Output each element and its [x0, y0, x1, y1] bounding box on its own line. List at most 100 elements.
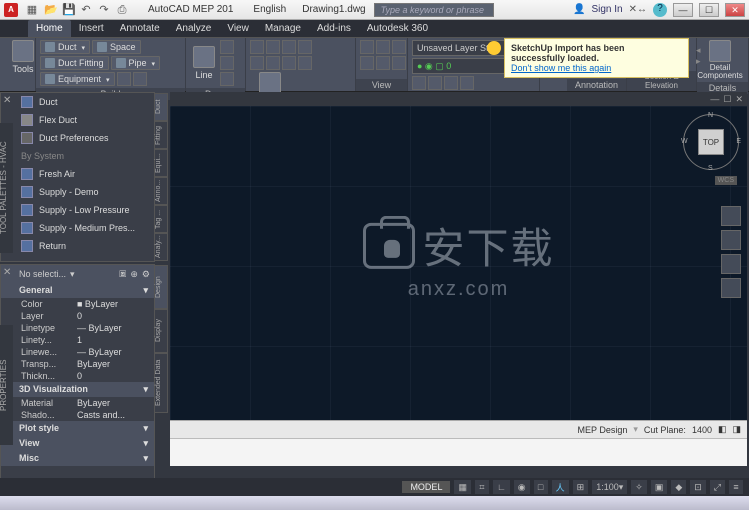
- draw-close-icon[interactable]: ✕: [735, 94, 743, 105]
- tab-annotate[interactable]: Annotate: [112, 20, 168, 37]
- qat-undo-icon[interactable]: ↶: [80, 4, 92, 16]
- props-group-plot-style[interactable]: Plot style▾: [1, 421, 154, 436]
- view-tool[interactable]: [376, 40, 390, 54]
- props-row[interactable]: Color■ ByLayer: [1, 298, 154, 310]
- props-row[interactable]: Linetype— ByLayer: [1, 322, 154, 334]
- tab-addins[interactable]: Add-ins: [309, 20, 359, 37]
- props-tab-extended[interactable]: Extended Data: [154, 353, 168, 413]
- tab-autodesk360[interactable]: Autodesk 360: [359, 20, 436, 37]
- status-iso-icon[interactable]: 人: [552, 480, 569, 494]
- modify-tool[interactable]: [250, 56, 264, 70]
- cut-plane-value[interactable]: 1400: [692, 425, 712, 435]
- props-row[interactable]: Linewe...— ByLayer: [1, 346, 154, 358]
- status-anno-icon[interactable]: ▣: [651, 480, 668, 494]
- filter-icon[interactable]: ⚙: [142, 269, 150, 280]
- viewcube-face[interactable]: TOP: [698, 129, 724, 155]
- palette-tab-analy[interactable]: Analy...: [154, 233, 168, 261]
- palette-title-bar[interactable]: TOOL PALETTES - HVAC: [0, 123, 13, 253]
- config-tool-icon[interactable]: ◨: [732, 424, 741, 435]
- modify-tool[interactable]: [298, 56, 312, 70]
- draw-max-icon[interactable]: ☐: [723, 94, 731, 105]
- layer-tool[interactable]: [460, 76, 474, 90]
- view-tool[interactable]: [360, 40, 374, 54]
- draw-tool-3[interactable]: [220, 72, 234, 86]
- view-cube[interactable]: TOP N E S W WCS: [683, 114, 739, 170]
- palette-item-return[interactable]: Return: [1, 237, 154, 255]
- view-tool[interactable]: [392, 40, 406, 54]
- palette-item-fresh-air[interactable]: Fresh Air: [1, 165, 154, 183]
- build-extra-2[interactable]: [133, 72, 147, 86]
- line-button[interactable]: Line: [190, 40, 218, 86]
- props-row[interactable]: Shado...Casts and...: [1, 409, 154, 421]
- config-tool-icon[interactable]: ◧: [718, 424, 727, 435]
- palette-tab-equip[interactable]: Equi...: [154, 149, 168, 177]
- palette-item-supply-low[interactable]: Supply - Low Pressure: [1, 201, 154, 219]
- status-tool-icon[interactable]: ⊡: [690, 480, 706, 494]
- wcs-label[interactable]: WCS: [715, 176, 737, 185]
- nav-zoom-icon[interactable]: [721, 254, 741, 274]
- status-scale[interactable]: 1:100 ▾: [592, 480, 627, 494]
- modify-tool[interactable]: [282, 56, 296, 70]
- qat-save-icon[interactable]: 💾: [62, 4, 74, 16]
- command-line[interactable]: [170, 438, 747, 466]
- search-input[interactable]: Type a keyword or phrase: [374, 3, 494, 17]
- palette-close-icon[interactable]: ✕: [3, 95, 11, 106]
- model-tab[interactable]: MODEL: [402, 481, 450, 493]
- compass-e[interactable]: E: [736, 138, 741, 145]
- close-button[interactable]: ✕: [725, 3, 745, 17]
- nav-orbit-icon[interactable]: [721, 278, 741, 298]
- tab-view[interactable]: View: [219, 20, 257, 37]
- user-icon[interactable]: 👤: [573, 4, 585, 15]
- duct-button[interactable]: Duct: [40, 40, 90, 54]
- nav-wheel-icon[interactable]: [721, 206, 741, 226]
- view-tool[interactable]: [392, 56, 406, 70]
- draw-tool-2[interactable]: [220, 56, 234, 70]
- view-tool[interactable]: [360, 56, 374, 70]
- tab-insert[interactable]: Insert: [71, 20, 112, 37]
- panel-view-title[interactable]: View: [356, 79, 407, 91]
- nav-pan-icon[interactable]: [721, 230, 741, 250]
- props-group-view[interactable]: View▾: [1, 436, 154, 451]
- notif-nav[interactable]: ◂▸: [696, 45, 706, 67]
- compass-n[interactable]: N: [708, 112, 713, 119]
- modify-tool[interactable]: [250, 40, 264, 54]
- sign-in-link[interactable]: Sign In: [591, 4, 622, 15]
- palette-tab-fitting[interactable]: Fitting: [154, 121, 168, 149]
- props-close-icon[interactable]: ✕: [3, 267, 11, 278]
- app-logo[interactable]: A: [4, 3, 18, 17]
- draw-tool-1[interactable]: [220, 40, 234, 54]
- view-tool[interactable]: [376, 56, 390, 70]
- props-row[interactable]: Layer0: [1, 310, 154, 322]
- props-row[interactable]: Linety...1: [1, 334, 154, 346]
- props-row[interactable]: MaterialByLayer: [1, 397, 154, 409]
- exchange-icon[interactable]: ✕↔: [629, 4, 647, 15]
- status-osnap-icon[interactable]: □: [534, 480, 548, 494]
- layer-tool[interactable]: [412, 76, 426, 90]
- modify-tool[interactable]: [266, 56, 280, 70]
- layer-tool[interactable]: [428, 76, 442, 90]
- qat-print-icon[interactable]: ⎙: [116, 4, 128, 16]
- display-config-combo[interactable]: MEP Design: [578, 425, 628, 435]
- equipment-button[interactable]: Equipment: [40, 72, 115, 86]
- tab-home[interactable]: Home: [28, 20, 71, 37]
- qat-new-icon[interactable]: ▦: [26, 4, 38, 16]
- help-icon[interactable]: ?: [653, 3, 667, 17]
- modify-tool[interactable]: [298, 40, 312, 54]
- props-group-misc[interactable]: Misc▾: [1, 451, 154, 466]
- panel-annotation-title[interactable]: Annotation: [567, 79, 626, 91]
- status-menu-icon[interactable]: ≡: [729, 480, 743, 494]
- palette-item-supply-demo[interactable]: Supply - Demo: [1, 183, 154, 201]
- qat-open-icon[interactable]: 📂: [44, 4, 56, 16]
- status-tool-icon[interactable]: ⤢: [710, 480, 725, 494]
- props-tab-design[interactable]: Design: [154, 265, 168, 309]
- palette-tab-anno[interactable]: Anno...: [154, 177, 168, 205]
- notif-dismiss-link[interactable]: Don't show me this again: [511, 63, 611, 73]
- compass-s[interactable]: S: [708, 165, 713, 172]
- maximize-button[interactable]: ☐: [699, 3, 719, 17]
- status-polar-icon[interactable]: ◉: [514, 480, 530, 494]
- palette-item-duct-prefs[interactable]: Duct Preferences: [1, 129, 154, 147]
- detail-components-button[interactable]: Detail Components: [701, 40, 739, 80]
- minimize-button[interactable]: —: [673, 3, 693, 17]
- palette-item-duct[interactable]: Duct: [1, 93, 154, 111]
- tab-manage[interactable]: Manage: [257, 20, 309, 37]
